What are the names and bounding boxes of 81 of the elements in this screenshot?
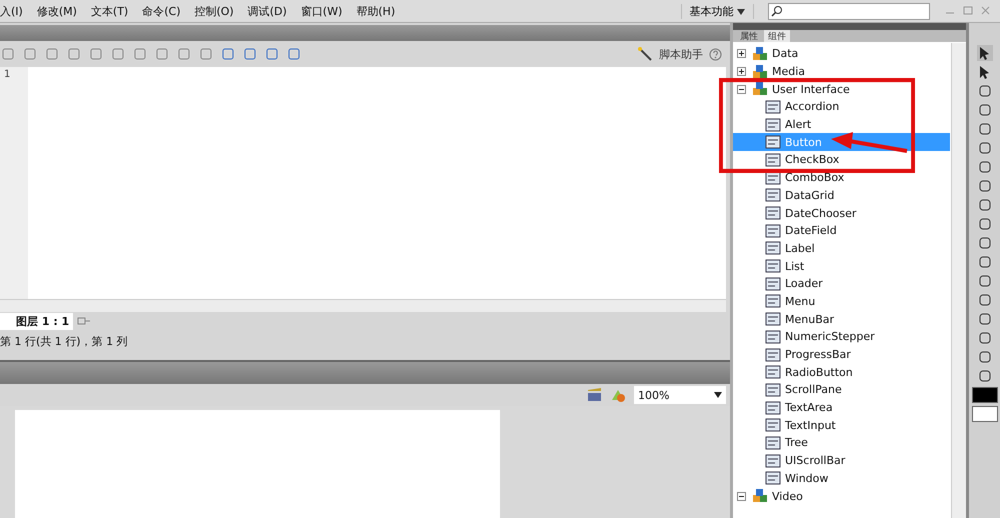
help-icon[interactable] bbox=[709, 48, 722, 60]
component-icon bbox=[765, 118, 781, 132]
component-item[interactable]: ScrollPane bbox=[733, 381, 950, 399]
component-item[interactable]: TextInput bbox=[733, 416, 950, 434]
script-assistant-button[interactable]: 脚本助手 bbox=[659, 46, 703, 62]
workspace-dropdown[interactable]: 基本功能 bbox=[680, 4, 754, 18]
search-field[interactable] bbox=[768, 2, 930, 20]
component-item[interactable]: CheckBox bbox=[733, 151, 950, 169]
expand-toggle[interactable] bbox=[737, 492, 746, 501]
component-item[interactable]: TextArea bbox=[733, 398, 950, 416]
component-item[interactable]: Loader bbox=[733, 274, 950, 293]
component-icon bbox=[765, 418, 781, 432]
category-node[interactable]: Video bbox=[772, 490, 803, 503]
component-icon bbox=[765, 454, 781, 468]
component-icon bbox=[765, 152, 781, 167]
component-item[interactable]: DateChooser bbox=[733, 204, 950, 222]
cubes-icon bbox=[752, 46, 768, 61]
expand-toggle[interactable] bbox=[737, 49, 746, 58]
expand-toggle[interactable] bbox=[737, 84, 746, 94]
dropdown-caret-icon bbox=[714, 392, 722, 398]
panel-tab[interactable]: 组件 bbox=[764, 30, 790, 42]
component-icon bbox=[765, 276, 781, 291]
component-item[interactable]: Menu bbox=[733, 292, 950, 310]
component-item[interactable]: Window bbox=[733, 470, 950, 488]
component-icon bbox=[765, 294, 781, 308]
top-menu-title[interactable]: 帮助(H) bbox=[356, 4, 396, 18]
component-item[interactable]: Accordion bbox=[733, 98, 950, 116]
component-item[interactable]: Tree bbox=[733, 434, 950, 452]
component-item[interactable]: ComboBox bbox=[733, 168, 950, 186]
status-text: 第 1 行(共 1 行)，第 1 列 bbox=[0, 334, 129, 350]
top-menu-title[interactable]: 控制(O) bbox=[194, 4, 234, 18]
horizontal-scrollbar[interactable] bbox=[0, 299, 726, 312]
component-item[interactable]: NumericStepper bbox=[733, 328, 950, 346]
cubes-icon bbox=[752, 64, 768, 79]
top-menu-title[interactable]: 文本(T) bbox=[90, 4, 128, 18]
component-icon bbox=[765, 135, 781, 150]
component-icon bbox=[765, 471, 781, 486]
component-icon bbox=[765, 382, 781, 397]
component-icon bbox=[765, 400, 781, 415]
cubes-icon bbox=[752, 489, 768, 504]
panel-tab[interactable]: 属性 bbox=[736, 30, 762, 42]
top-menu-title[interactable]: 调试(D) bbox=[248, 4, 287, 18]
component-item[interactable]: UIScrollBar bbox=[733, 452, 950, 470]
zoom-dropdown[interactable]: 100% bbox=[634, 386, 726, 404]
stroke-color-swatch[interactable] bbox=[972, 387, 998, 403]
component-icon bbox=[765, 330, 781, 344]
component-icon bbox=[765, 188, 781, 202]
component-item[interactable]: DateField bbox=[733, 222, 950, 240]
layer-tab[interactable]: 图层 1 : 1 bbox=[0, 312, 74, 330]
component-item[interactable]: RadioButton bbox=[733, 363, 950, 382]
component-item[interactable]: Alert bbox=[733, 116, 950, 134]
category-node[interactable]: Media bbox=[772, 65, 806, 78]
fill-color-swatch[interactable] bbox=[972, 406, 998, 422]
component-item[interactable]: ProgressBar bbox=[733, 346, 950, 364]
top-menu-title[interactable]: 修改(M) bbox=[36, 4, 77, 18]
search-icon bbox=[771, 5, 783, 17]
top-menu-title[interactable]: 入(I) bbox=[0, 4, 23, 18]
component-icon bbox=[765, 206, 781, 220]
category-node[interactable]: Data bbox=[772, 47, 798, 60]
component-icon bbox=[765, 224, 781, 238]
line-number: 1 bbox=[4, 69, 12, 80]
caret-icon bbox=[737, 8, 745, 14]
component-icon bbox=[765, 348, 781, 362]
component-item[interactable]: DataGrid bbox=[733, 186, 950, 204]
component-icon bbox=[765, 241, 781, 256]
cubes-icon bbox=[752, 82, 768, 96]
component-icon bbox=[765, 436, 781, 450]
top-menu-title[interactable]: 命令(C) bbox=[142, 4, 180, 18]
vertical-scrollbar[interactable] bbox=[951, 43, 966, 518]
category-node[interactable]: User Interface bbox=[772, 82, 850, 96]
component-icon bbox=[765, 365, 781, 380]
top-menu-title[interactable]: 窗口(W) bbox=[300, 4, 342, 18]
component-item[interactable]: Label bbox=[733, 240, 950, 258]
magic-wand-icon bbox=[637, 46, 653, 62]
code-editor[interactable]: 1 bbox=[0, 67, 726, 299]
expand-toggle[interactable] bbox=[737, 67, 746, 76]
component-icon bbox=[765, 312, 781, 326]
component-item[interactable]: MenuBar bbox=[733, 310, 950, 328]
component-icon bbox=[765, 100, 781, 114]
component-item[interactable]: List bbox=[733, 257, 950, 275]
component-icon bbox=[765, 259, 781, 274]
